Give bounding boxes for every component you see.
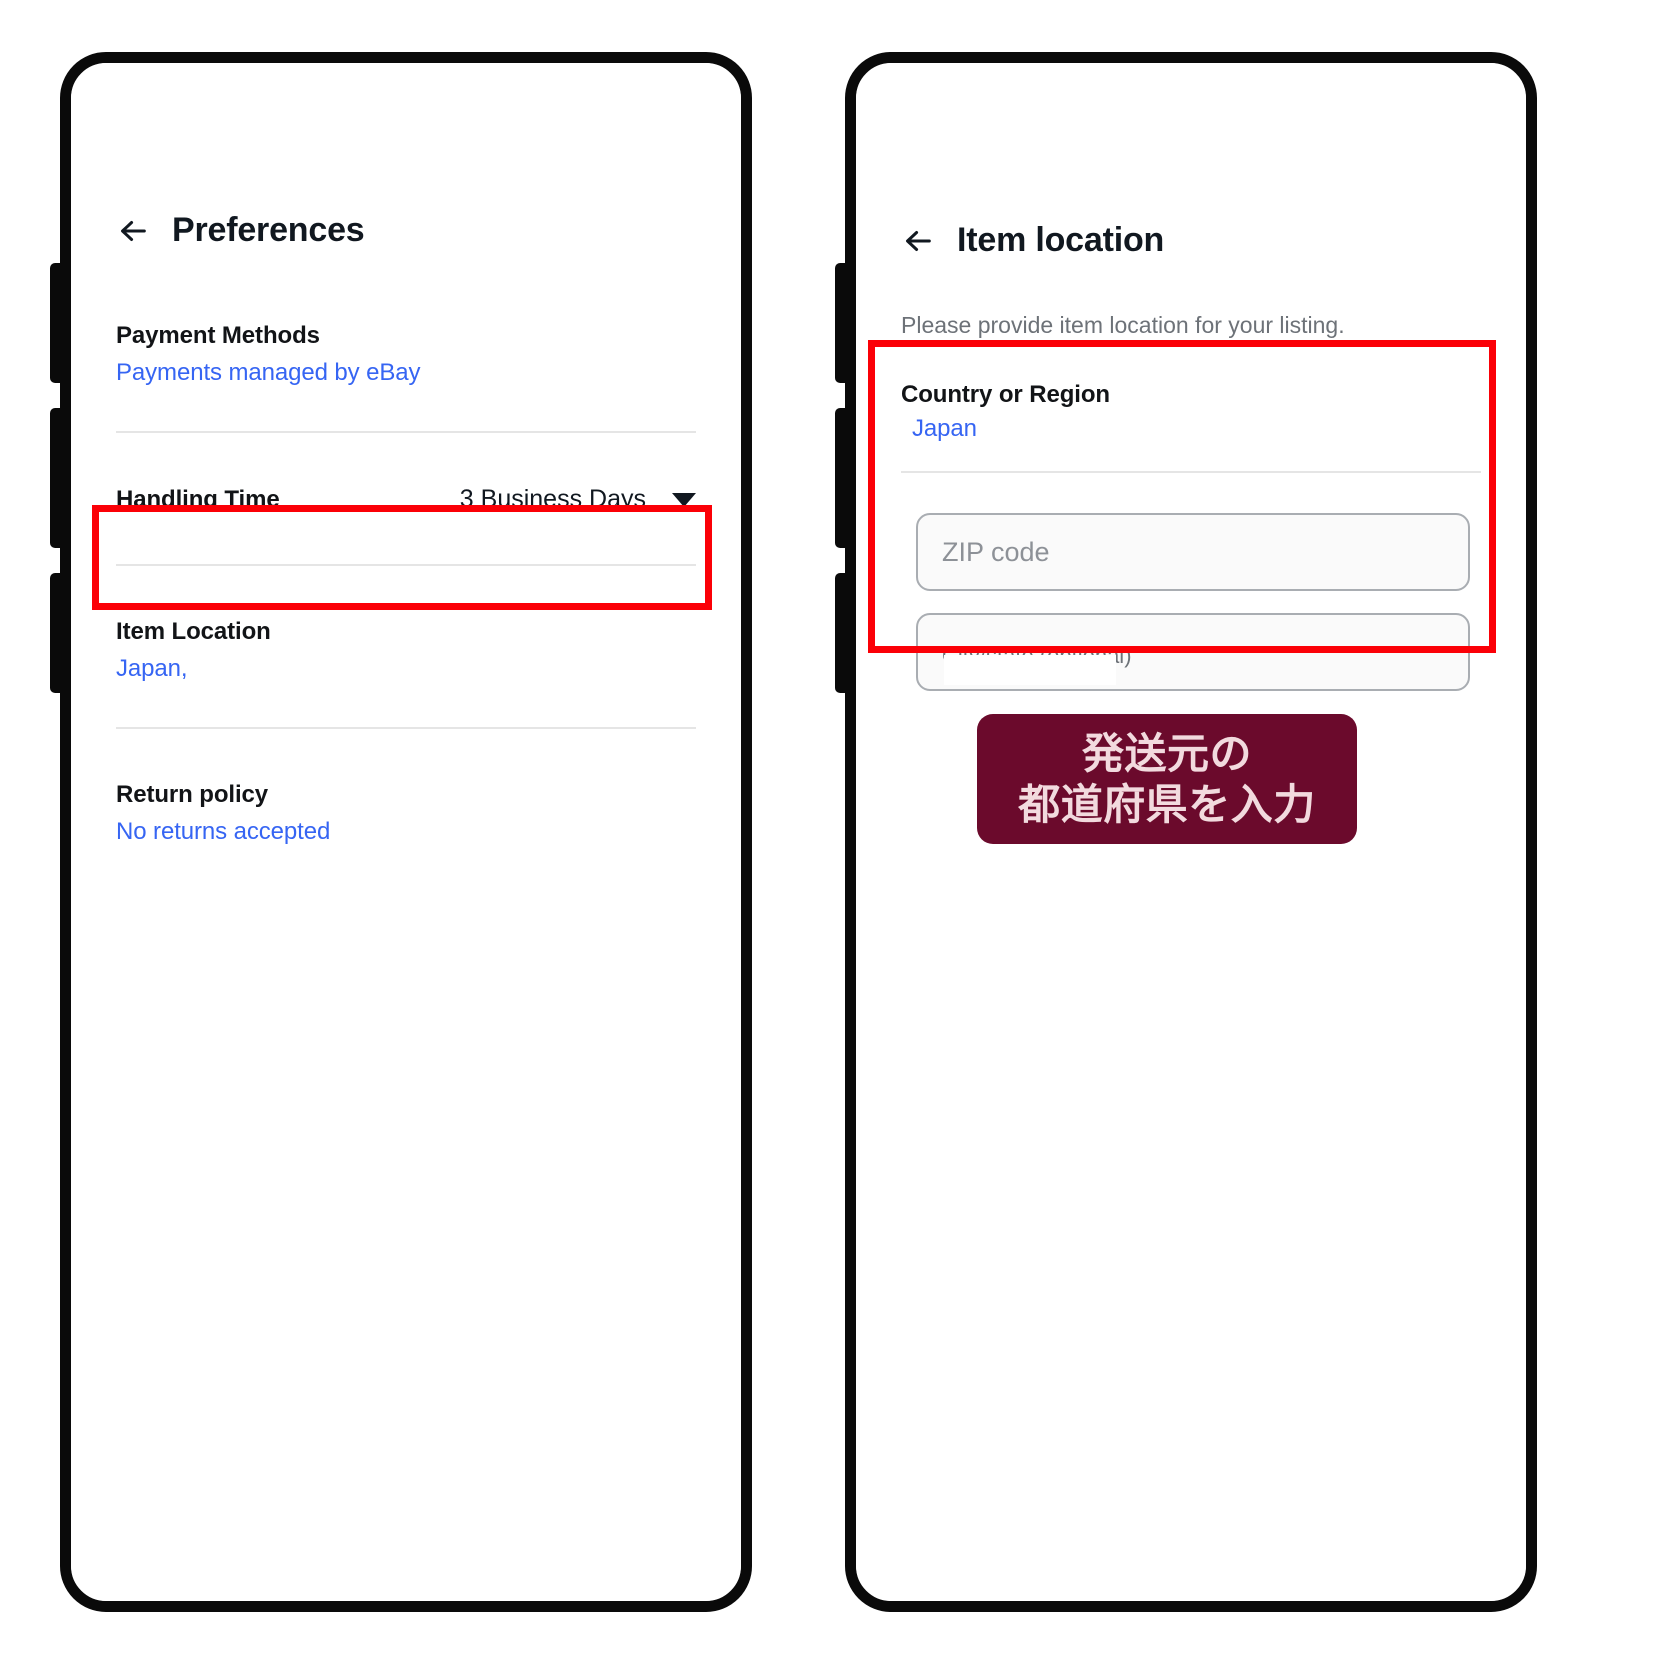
row-payment-methods[interactable]: Payment Methods Payments managed by eBay	[71, 322, 741, 387]
handling-time-select[interactable]: 3 Business Days	[460, 485, 696, 514]
zip-code-field[interactable]: ZIP code	[916, 513, 1470, 591]
device-side-button-middle[interactable]	[835, 408, 849, 548]
page-title: Preferences	[172, 211, 365, 249]
divider-after-payment-methods	[116, 431, 696, 433]
row-item-location[interactable]: Item Location Japan,	[71, 618, 741, 683]
back-arrow-icon[interactable]	[901, 224, 935, 258]
row-value-country-or-region[interactable]: Japan	[901, 415, 1481, 443]
device-side-button-bottom[interactable]	[835, 573, 849, 693]
row-country-or-region[interactable]: Country or Region Japan	[856, 381, 1526, 443]
row-label-handling-time: Handling Time	[116, 485, 280, 513]
divider-after-item-location	[116, 727, 696, 729]
page-title: Item location	[957, 221, 1165, 259]
divider-after-handling-time	[116, 564, 696, 566]
device-side-button-top[interactable]	[50, 263, 64, 383]
city-state-field[interactable]: City/state (optional)	[916, 613, 1470, 691]
city-state-redaction-overlay	[944, 655, 1116, 685]
row-label-payment-methods: Payment Methods	[116, 322, 320, 349]
annotation-badge: 発送元の 都道府県を入力	[977, 714, 1357, 844]
screenshot-canvas: Preferences Payment Methods Payments man…	[0, 0, 1662, 1659]
page-subtitle: Please provide item location for your li…	[901, 312, 1345, 338]
preferences-screen: Preferences Payment Methods Payments man…	[71, 63, 741, 1601]
row-value-return-policy[interactable]: No returns accepted	[116, 818, 696, 846]
device-side-button-middle[interactable]	[50, 408, 64, 548]
row-label-return-policy: Return policy	[116, 781, 269, 808]
handling-time-selected-value: 3 Business Days	[459, 485, 646, 513]
zip-code-placeholder: ZIP code	[942, 536, 1050, 567]
item-location-header: Item location	[856, 221, 1526, 260]
row-label-item-location: Item Location	[116, 618, 271, 645]
row-value-item-location[interactable]: Japan,	[116, 655, 696, 683]
back-arrow-icon[interactable]	[116, 214, 150, 248]
row-label-country-or-region: Country or Region	[901, 381, 1110, 408]
preferences-header: Preferences	[71, 211, 741, 250]
chevron-down-icon[interactable]	[672, 492, 696, 507]
device-side-button-bottom[interactable]	[50, 573, 64, 693]
annotation-line-1: 発送元の	[1081, 729, 1252, 777]
row-return-policy[interactable]: Return policy No returns accepted	[71, 781, 741, 846]
row-value-payment-methods[interactable]: Payments managed by eBay	[116, 359, 696, 387]
device-side-button-top[interactable]	[835, 263, 849, 383]
phone-device-preferences: Preferences Payment Methods Payments man…	[50, 52, 752, 1612]
row-handling-time[interactable]: Handling Time 3 Business Days	[71, 485, 741, 514]
divider-after-country	[901, 471, 1481, 473]
annotation-line-2: 都道府県を入力	[1018, 781, 1316, 828]
